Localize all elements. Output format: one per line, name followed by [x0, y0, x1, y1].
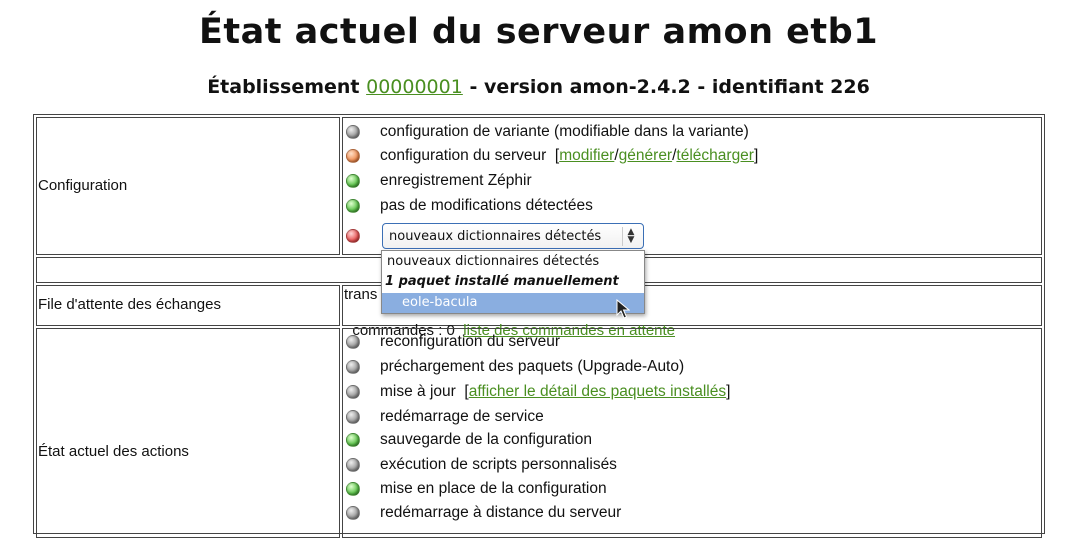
status-gray-icon — [346, 410, 360, 424]
select-arrows-icon: ▲ ▼ — [622, 227, 639, 246]
action-item: exécution de scripts personnalisés — [346, 454, 617, 476]
config-item-dictionnaires — [346, 225, 380, 247]
status-gray-icon — [346, 385, 360, 399]
config-item-text: pas de modifications détectées — [380, 197, 593, 214]
status-red-icon — [346, 229, 360, 243]
dropdown-option[interactable]: nouveaux dictionnaires détectés — [382, 252, 644, 272]
status-green-icon — [346, 482, 360, 496]
action-item: préchargement des paquets (Upgrade-Auto) — [346, 356, 684, 378]
config-item-text: configuration de variante (modifiable da… — [380, 123, 749, 140]
dictionnaires-select[interactable]: nouveaux dictionnaires détectés ▲ ▼ — [382, 223, 644, 249]
action-text: redémarrage à distance du serveur — [380, 504, 622, 521]
actions-label: État actuel des actions — [38, 443, 189, 460]
page-subtitle: Établissement 00000001 - version amon-2.… — [0, 76, 1077, 98]
action-text: mise à jour — [380, 383, 465, 400]
status-gray-icon — [346, 125, 360, 139]
action-text: reconfiguration du serveur — [380, 333, 561, 350]
status-orange-icon — [346, 149, 360, 163]
config-item-variante: configuration de variante (modifiable da… — [346, 121, 749, 143]
action-text: préchargement des paquets (Upgrade-Auto) — [380, 358, 685, 375]
queue-line-1: trans — [344, 286, 378, 303]
action-item: redémarrage de service — [346, 406, 544, 428]
action-text: redémarrage de service — [380, 408, 544, 425]
dictionnaires-dropdown-list: nouveaux dictionnaires détectés 1 paquet… — [381, 250, 645, 314]
select-value: nouveaux dictionnaires détectés — [389, 228, 602, 244]
config-label: Configuration — [38, 177, 128, 194]
action-item: reconfiguration du serveur — [346, 331, 560, 353]
mouse-cursor-icon — [616, 299, 630, 319]
queue-label: File d'attente des échanges — [38, 296, 221, 313]
status-green-icon — [346, 174, 360, 188]
modifier-link[interactable]: modifier — [559, 147, 614, 165]
config-item-text: enregistrement Zéphir — [380, 172, 532, 189]
page-title: État actuel du serveur amon etb1 — [198, 12, 879, 52]
dropdown-option-selected[interactable]: eole-bacula — [382, 293, 644, 313]
generer-link[interactable]: générer — [619, 147, 672, 165]
action-item: mise à jour [afficher le détail des paqu… — [346, 381, 730, 403]
actions-label-cell — [36, 328, 340, 538]
config-item-modifications: pas de modifications détectées — [346, 195, 593, 217]
paquets-detail-link[interactable]: afficher le détail des paquets installés — [469, 383, 726, 401]
subtitle-suffix: - version amon-2.4.2 - identifiant 226 — [462, 76, 870, 98]
status-green-icon — [346, 199, 360, 213]
config-item-text: configuration du serveur — [380, 147, 555, 164]
subtitle-prefix: Établissement — [207, 76, 367, 98]
telecharger-link[interactable]: télécharger — [676, 147, 754, 165]
action-item: sauvegarde de la configuration — [346, 429, 592, 451]
action-text: exécution de scripts personnalisés — [380, 456, 617, 473]
status-gray-icon — [346, 458, 360, 472]
status-gray-icon — [346, 335, 360, 349]
status-gray-icon — [346, 506, 360, 520]
config-item-serveur: configuration du serveur [modifier / génér… — [346, 145, 758, 167]
dropdown-optgroup-label: 1 paquet installé manuellement — [385, 274, 619, 289]
action-item: mise en place de la configuration — [346, 478, 607, 500]
status-green-icon — [346, 433, 360, 447]
action-text: sauvegarde de la configuration — [380, 431, 592, 448]
config-item-zephir: enregistrement Zéphir — [346, 170, 532, 192]
action-text: mise en place de la configuration — [380, 480, 607, 497]
etablissement-link[interactable]: 00000001 — [366, 76, 463, 98]
status-gray-icon — [346, 360, 360, 374]
action-item: redémarrage à distance du serveur — [346, 502, 621, 524]
